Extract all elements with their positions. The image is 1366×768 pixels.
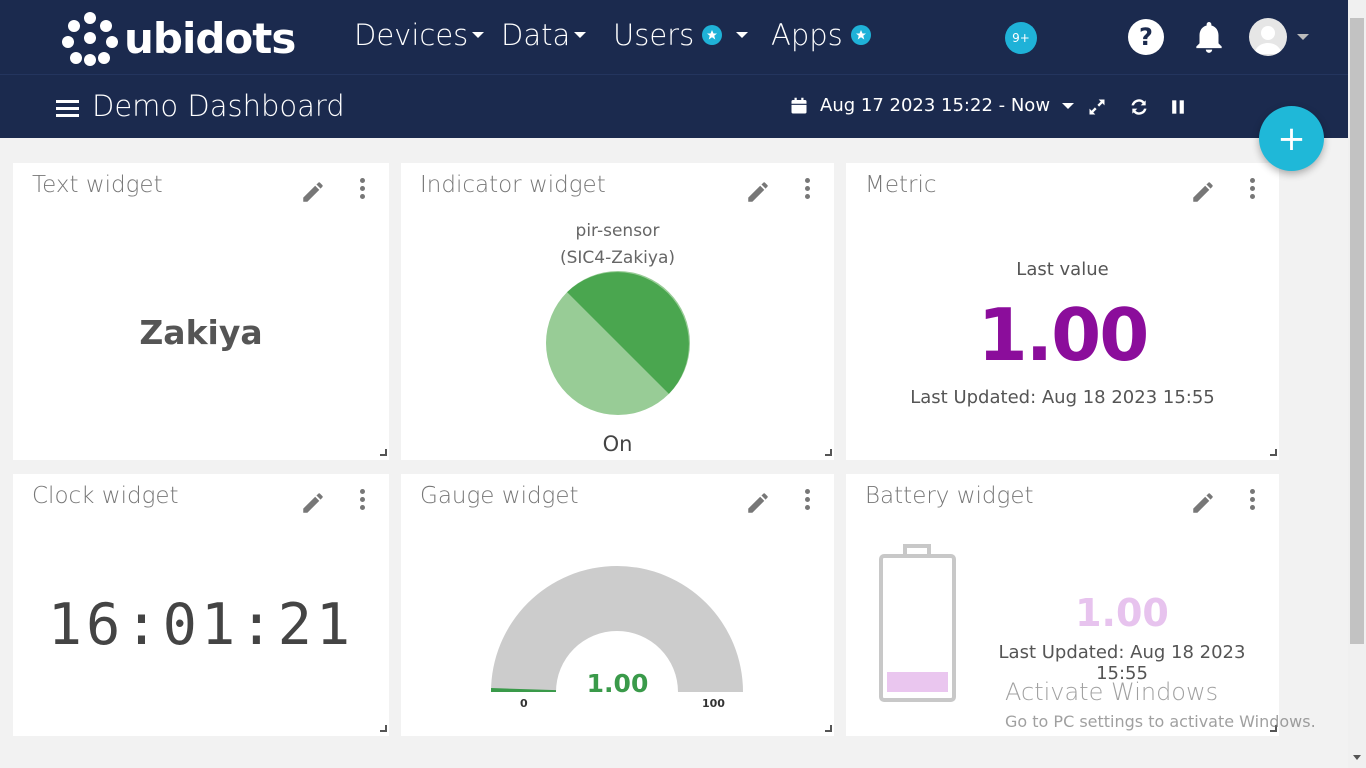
- notification-count-badge[interactable]: 9+: [1005, 22, 1037, 54]
- metric-value: 1.00: [977, 293, 1150, 377]
- indicator-state: On: [602, 432, 633, 456]
- widget-title: Indicator widget: [420, 172, 606, 198]
- more-vert-icon[interactable]: [805, 178, 811, 200]
- add-widget-button[interactable]: +: [1259, 106, 1324, 171]
- indicator-device-name: (SIC4-Zakiya): [560, 248, 675, 268]
- more-vert-icon[interactable]: [360, 178, 366, 200]
- gauge-widget: Gauge widget 1.00 0 100: [401, 474, 834, 736]
- pencil-icon[interactable]: [1190, 490, 1216, 516]
- widget-title: Gauge widget: [420, 483, 579, 509]
- user-avatar[interactable]: [1249, 18, 1287, 56]
- nav-data[interactable]: Data: [501, 18, 587, 52]
- user-silhouette-icon: [1254, 26, 1282, 54]
- dashboard-title: Demo Dashboard: [92, 89, 345, 123]
- refresh-icon[interactable]: [1129, 97, 1149, 117]
- pencil-icon[interactable]: [745, 490, 771, 516]
- indicator-widget: Indicator widget pir-sensor (SIC4-Zakiya…: [401, 163, 834, 460]
- scroll-down-icon[interactable]: [1353, 755, 1361, 760]
- page-scrollbar[interactable]: [1348, 0, 1366, 768]
- star-icon: [702, 25, 723, 45]
- menu-icon[interactable]: [56, 100, 79, 118]
- ubidots-logo[interactable]: ubidots: [62, 10, 307, 66]
- star-icon: [850, 25, 871, 45]
- clock-widget: Clock widget 16:01:21: [13, 474, 389, 736]
- text-widget-value: Zakiya: [139, 313, 263, 352]
- widget-title: Battery widget: [865, 483, 1034, 509]
- top-navbar: ubidots Devices Data Users Apps 9+ ?: [0, 0, 1348, 74]
- calendar-icon: [791, 97, 807, 113]
- brand-name: ubidots: [124, 13, 296, 63]
- nav-users-label: Users: [613, 18, 695, 52]
- activate-windows-subtitle: Go to PC settings to activate Windows.: [1005, 712, 1316, 731]
- resize-handle[interactable]: [825, 449, 832, 456]
- date-range-label: Aug 17 2023 15:22 - Now: [820, 95, 1051, 116]
- scrollbar-thumb[interactable]: [1350, 18, 1364, 644]
- nav-apps-label: Apps: [771, 18, 843, 52]
- metric-last-updated: Last Updated: Aug 18 2023 15:55: [910, 387, 1215, 408]
- nav-users[interactable]: Users: [613, 18, 749, 52]
- activate-windows-title: Activate Windows: [1005, 678, 1219, 706]
- metric-label: Last value: [1016, 259, 1109, 280]
- chevron-down-icon[interactable]: [1297, 34, 1309, 40]
- widget-title: Text widget: [32, 172, 163, 198]
- more-vert-icon[interactable]: [1250, 489, 1256, 511]
- nav-devices[interactable]: Devices: [354, 18, 485, 52]
- more-vert-icon[interactable]: [1250, 178, 1256, 200]
- battery-icon: [879, 544, 956, 702]
- clock-time: 16:01:21: [47, 592, 355, 658]
- resize-handle[interactable]: [380, 449, 387, 456]
- more-vert-icon[interactable]: [360, 489, 366, 511]
- pencil-icon[interactable]: [1190, 179, 1216, 205]
- text-widget: Text widget Zakiya: [13, 163, 389, 460]
- pencil-icon[interactable]: [300, 490, 326, 516]
- metric-widget: Metric Last value 1.00 Last Updated: Aug…: [846, 163, 1279, 460]
- nav-apps[interactable]: Apps: [771, 18, 871, 52]
- widget-title: Clock widget: [32, 483, 179, 509]
- nav-data-label: Data: [501, 18, 571, 52]
- battery-value: 1.00: [1075, 591, 1169, 635]
- pause-icon[interactable]: [1168, 97, 1188, 117]
- pencil-icon[interactable]: [300, 179, 326, 205]
- battery-fill-level: [887, 672, 948, 692]
- gauge-max-label: 100: [702, 697, 725, 710]
- gauge-min-label: 0: [520, 697, 528, 710]
- chevron-down-icon: [1062, 102, 1075, 109]
- resize-handle[interactable]: [1270, 449, 1277, 456]
- date-range-picker[interactable]: Aug 17 2023 15:22 - Now: [790, 95, 1075, 116]
- fullscreen-icon[interactable]: [1087, 97, 1107, 117]
- gauge-value: 1.00: [586, 669, 649, 698]
- chevron-down-icon: [574, 32, 587, 38]
- chevron-down-icon: [472, 32, 485, 38]
- widget-title: Metric: [865, 172, 937, 198]
- chevron-down-icon: [736, 32, 749, 38]
- help-button[interactable]: ?: [1128, 19, 1164, 55]
- resize-handle[interactable]: [825, 725, 832, 732]
- resize-handle[interactable]: [380, 725, 387, 732]
- more-vert-icon[interactable]: [805, 489, 811, 511]
- ubidots-dots-icon: [62, 12, 118, 66]
- bell-icon[interactable]: [1190, 18, 1228, 56]
- dashboard-toolbar: Demo Dashboard Aug 17 2023 15:22 - Now: [0, 74, 1348, 138]
- pencil-icon[interactable]: [745, 179, 771, 205]
- indicator-variable-name: pir-sensor: [575, 221, 660, 241]
- indicator-light: [546, 271, 690, 415]
- nav-devices-label: Devices: [354, 18, 469, 52]
